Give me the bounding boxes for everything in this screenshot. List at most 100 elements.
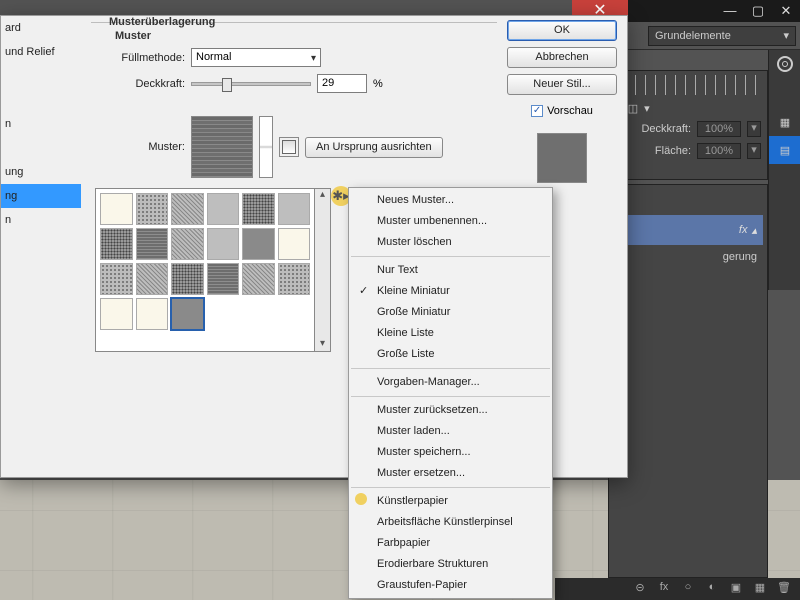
pattern-picker-toggle[interactable]: [259, 116, 273, 178]
pattern-swatch[interactable]: [171, 263, 204, 295]
menu-item[interactable]: Muster speichern...: [349, 442, 552, 463]
opacity-input[interactable]: 29: [317, 74, 367, 93]
opacity-value[interactable]: 100%: [697, 121, 741, 137]
pattern-swatch[interactable]: [171, 193, 204, 225]
sidebar-item[interactable]: ard: [1, 16, 81, 40]
pattern-swatch[interactable]: [100, 228, 133, 260]
sidebar-item[interactable]: [1, 64, 81, 88]
option-bar: Grundelemente: [628, 22, 800, 50]
color-icon[interactable]: [769, 50, 800, 78]
menu-separator: [351, 487, 550, 488]
menu-item[interactable]: Muster umbenennen...: [349, 211, 552, 232]
snap-to-origin-icon[interactable]: [279, 137, 299, 157]
menu-item[interactable]: Arbeitsfläche Künstlerpinsel: [349, 512, 552, 533]
pattern-swatch[interactable]: [207, 263, 240, 295]
preview-checkbox[interactable]: ✓ Vorschau: [507, 105, 617, 117]
checkbox-icon: ✓: [531, 105, 543, 117]
menu-item[interactable]: Neues Muster...: [349, 190, 552, 211]
menu-separator: [351, 256, 550, 257]
ellipsis-icon[interactable]: ▾: [644, 102, 650, 115]
sidebar-item[interactable]: n: [1, 112, 81, 136]
sidebar-item[interactable]: n: [1, 208, 81, 232]
pattern-swatch[interactable]: [136, 298, 169, 330]
menu-item[interactable]: Große Liste: [349, 344, 552, 365]
layers-panel: fx ▴ gerung: [608, 184, 768, 578]
menu-item[interactable]: Muster laden...: [349, 421, 552, 442]
pattern-swatch[interactable]: [242, 228, 275, 260]
menu-item[interactable]: Nur Text: [349, 260, 552, 281]
sidebar-item[interactable]: ung: [1, 160, 81, 184]
swatches-icon[interactable]: ▦: [769, 108, 800, 136]
sidebar-item[interactable]: und Relief: [1, 40, 81, 64]
ok-button[interactable]: OK: [507, 20, 617, 41]
pattern-swatch[interactable]: [207, 193, 240, 225]
mask-icon[interactable]: ○: [680, 581, 696, 597]
maximize-button[interactable]: ▢: [744, 0, 772, 22]
trash-icon[interactable]: 🗑: [776, 581, 792, 597]
pattern-preview[interactable]: [191, 116, 253, 178]
pattern-swatch[interactable]: [100, 193, 133, 225]
slider-thumb[interactable]: [222, 78, 232, 92]
pattern-swatch[interactable]: [171, 228, 204, 260]
menu-separator: [351, 368, 550, 369]
close-button[interactable]: ✕: [772, 0, 800, 22]
pattern-swatch-selected[interactable]: [171, 298, 204, 330]
link-icon[interactable]: ⊝: [632, 581, 648, 597]
layer-effect-text: gerung: [609, 245, 767, 269]
blendmode-label: Füllmethode:: [95, 52, 185, 64]
pattern-context-menu: Neues Muster...Muster umbenennen...Muste…: [348, 187, 553, 599]
pattern-swatch[interactable]: [100, 263, 133, 295]
new-style-button[interactable]: Neuer Stil...: [507, 74, 617, 95]
preview-label: Vorschau: [547, 105, 593, 117]
preview-swatch: [537, 133, 587, 183]
menu-item[interactable]: Kleine Liste: [349, 323, 552, 344]
fx-icon[interactable]: fx: [656, 581, 672, 597]
opacity-stepper[interactable]: ▾: [747, 121, 761, 137]
mini-panel: T ◫ ▾ Deckkraft: 100% ▾ Fläche: 100% ▾: [608, 70, 768, 180]
pattern-swatch[interactable]: [100, 298, 133, 330]
adjustment-icon[interactable]: ◐: [704, 581, 720, 597]
effects-sidebar: ard und Relief n ung ng n: [1, 16, 81, 477]
menu-item[interactable]: Künstlerpapier: [349, 491, 552, 512]
pattern-picker-scrollbar[interactable]: [315, 188, 331, 352]
origin-button[interactable]: An Ursprung ausrichten: [305, 137, 443, 158]
pattern-swatch[interactable]: [278, 228, 311, 260]
active-panel-icon[interactable]: ▤: [769, 136, 800, 164]
pattern-swatch[interactable]: [278, 193, 311, 225]
pattern-picker: [95, 188, 315, 352]
pattern-swatch[interactable]: [136, 263, 169, 295]
pattern-swatch[interactable]: [242, 263, 275, 295]
opacity-slider[interactable]: [191, 82, 311, 86]
fill-value[interactable]: 100%: [697, 143, 741, 159]
pattern-swatch[interactable]: [136, 228, 169, 260]
menu-item[interactable]: Muster löschen: [349, 232, 552, 253]
menu-item[interactable]: Vorgaben-Manager...: [349, 372, 552, 393]
group-icon[interactable]: ▣: [728, 581, 744, 597]
menu-item[interactable]: Muster zurücksetzen...: [349, 400, 552, 421]
blendmode-combo[interactable]: Normal: [191, 48, 321, 67]
fill-stepper[interactable]: ▾: [747, 143, 761, 159]
menu-item[interactable]: Muster ersetzen...: [349, 463, 552, 484]
dialog-buttons: OK Abbrechen Neuer Stil... ✓ Vorschau: [507, 20, 617, 183]
menu-item[interactable]: Farbpapier: [349, 533, 552, 554]
pattern-swatch[interactable]: [242, 193, 275, 225]
pattern-swatch[interactable]: [136, 193, 169, 225]
sidebar-item[interactable]: [1, 136, 81, 160]
menu-item[interactable]: Graustufen-Papier: [349, 575, 552, 596]
menu-item[interactable]: Erodierbare Strukturen: [349, 554, 552, 575]
collapsed-panel-strip: ▦ ▤: [768, 50, 800, 290]
minimize-button[interactable]: —: [716, 0, 744, 22]
layer-row[interactable]: fx ▴: [613, 215, 763, 245]
new-layer-icon[interactable]: ▦: [752, 581, 768, 597]
pattern-swatch[interactable]: [278, 263, 311, 295]
menu-item[interactable]: Kleine Miniatur: [349, 281, 552, 302]
pattern-swatch[interactable]: [207, 228, 240, 260]
sidebar-item-selected[interactable]: ng: [1, 184, 81, 208]
app-window-controls: — ▢ ✕: [628, 0, 800, 22]
menu-item[interactable]: Große Miniatur: [349, 302, 552, 323]
cancel-button[interactable]: Abbrechen: [507, 47, 617, 68]
fill-label: Fläche:: [655, 145, 691, 157]
crop-icon[interactable]: ◫: [628, 102, 638, 115]
workspace-dropdown[interactable]: Grundelemente: [648, 26, 796, 46]
sidebar-item[interactable]: [1, 88, 81, 112]
